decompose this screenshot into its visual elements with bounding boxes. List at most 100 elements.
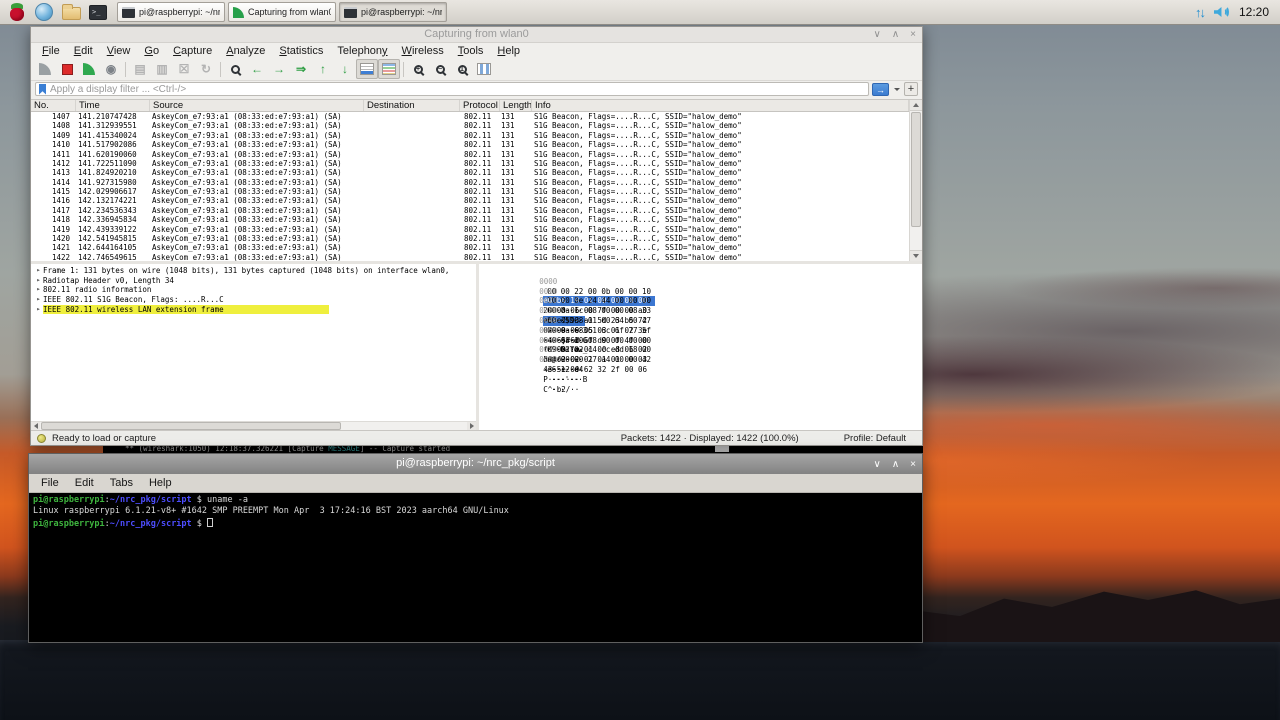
packet-row[interactable]: 1412 141.722511090 AskeyCom_e7:93:a1 (08… xyxy=(31,159,909,168)
details-horizontal-scrollbar[interactable] xyxy=(31,421,476,430)
profile-selector[interactable]: Profile: Default xyxy=(844,433,906,444)
go-back-icon[interactable]: ← xyxy=(246,59,268,79)
packet-row[interactable]: 1407 141.210747428 AskeyCom_e7:93:a1 (08… xyxy=(31,112,909,121)
volume-icon[interactable] xyxy=(1214,6,1229,18)
scroll-left-button[interactable] xyxy=(31,422,40,430)
packet-row[interactable]: 1422 142.746549615 AskeyCom_e7:93:a1 (08… xyxy=(31,253,909,261)
packet-row[interactable]: 1421 142.644164105 AskeyCom_e7:93:a1 (08… xyxy=(31,243,909,252)
close-button[interactable]: × xyxy=(910,459,916,470)
menu-item[interactable]: File xyxy=(33,477,67,489)
reload-icon[interactable]: ↻ xyxy=(195,59,217,79)
packet-row[interactable]: 1417 142.234536343 AskeyCom_e7:93:a1 (08… xyxy=(31,206,909,215)
file-manager-button[interactable] xyxy=(59,1,83,23)
packet-row[interactable]: 1416 142.132174221 AskeyCom_e7:93:a1 (08… xyxy=(31,196,909,205)
menu-item[interactable]: Tools xyxy=(451,45,491,57)
start-capture-icon[interactable] xyxy=(34,59,56,79)
menu-item[interactable]: Statistics xyxy=(272,45,330,57)
expand-arrow-icon[interactable]: ▸ xyxy=(34,285,43,295)
go-forward-icon[interactable]: → xyxy=(268,59,290,79)
packet-row[interactable]: 1415 142.029906617 AskeyCom_e7:93:a1 (08… xyxy=(31,187,909,196)
zoom-in-icon[interactable]: + xyxy=(407,59,429,79)
maximize-button[interactable]: ∧ xyxy=(892,29,899,40)
scrollbar-thumb[interactable] xyxy=(911,112,921,227)
capture-options-icon[interactable]: ◉ xyxy=(100,59,122,79)
menu-item[interactable]: Go xyxy=(137,45,166,57)
auto-scroll-icon[interactable] xyxy=(356,59,378,79)
filter-dropdown-button[interactable] xyxy=(892,83,901,96)
terminal-output[interactable]: pi@raspberrypi:~/nrc_pkg/script $ uname … xyxy=(29,493,922,642)
packet-row[interactable]: 1414 141.927315980 AskeyCom_e7:93:a1 (08… xyxy=(31,178,909,187)
maximize-button[interactable]: ∧ xyxy=(892,459,899,470)
column-header-no[interactable]: No. xyxy=(31,100,76,111)
column-header-protocol[interactable]: Protocol xyxy=(460,100,500,111)
find-packet-icon[interactable] xyxy=(224,59,246,79)
packet-row[interactable]: 1413 141.824920210 AskeyCom_e7:93:a1 (08… xyxy=(31,168,909,177)
packet-row[interactable]: 1418 142.336945834 AskeyCom_e7:93:a1 (08… xyxy=(31,215,909,224)
display-filter-field[interactable] xyxy=(35,82,869,96)
zoom-out-icon[interactable]: − xyxy=(429,59,451,79)
packet-row[interactable]: 1409 141.415340024 AskeyCom_e7:93:a1 (08… xyxy=(31,131,909,140)
terminal-launcher-button[interactable]: >_ xyxy=(86,1,110,23)
colorize-icon[interactable] xyxy=(378,59,400,79)
detail-row[interactable]: ▸ 802.11 radio information xyxy=(34,285,476,295)
menu-item[interactable]: Wireless xyxy=(395,45,451,57)
filter-bookmark-icon[interactable] xyxy=(39,84,46,95)
packet-row[interactable]: 1411 141.620190060 AskeyCom_e7:93:a1 (08… xyxy=(31,150,909,159)
taskbar-window-button[interactable]: pi@raspberrypi: ~/nr... xyxy=(339,2,447,22)
menu-item[interactable]: Edit xyxy=(67,477,102,489)
minimize-button[interactable]: ∨ xyxy=(874,459,881,470)
go-first-icon[interactable]: ↑ xyxy=(312,59,334,79)
zoom-100-icon[interactable]: 1 xyxy=(451,59,473,79)
column-header-time[interactable]: Time xyxy=(76,100,150,111)
taskbar-window-button[interactable]: Capturing from wlan0 xyxy=(228,2,336,22)
detail-row[interactable]: ▸ Radiotap Header v0, Length 34 xyxy=(34,276,476,286)
close-button[interactable]: × xyxy=(910,29,916,40)
packet-row[interactable]: 1420 142.541945815 AskeyCom_e7:93:a1 (08… xyxy=(31,234,909,243)
menu-item[interactable]: Help xyxy=(141,477,180,489)
detail-row[interactable]: ▸ IEEE 802.11 S1G Beacon, Flags: ....R..… xyxy=(34,295,476,305)
detail-row[interactable]: ▸ Frame 1: 131 bytes on wire (1048 bits)… xyxy=(34,266,476,276)
go-last-icon[interactable]: ↓ xyxy=(334,59,356,79)
stop-capture-icon[interactable] xyxy=(56,59,78,79)
packet-row[interactable]: 1410 141.517902086 AskeyCom_e7:93:a1 (08… xyxy=(31,140,909,149)
column-header-length[interactable]: Length xyxy=(500,100,532,111)
scroll-right-button[interactable] xyxy=(467,422,476,430)
restart-capture-icon[interactable] xyxy=(78,59,100,79)
hex-row[interactable]: 0000 00 00 22 00 0b 00 00 10 e0 b6 19 01… xyxy=(485,267,922,277)
scrollbar-thumb[interactable] xyxy=(41,422,341,430)
menu-item[interactable]: View xyxy=(100,45,138,57)
menu-item[interactable]: Capture xyxy=(166,45,219,57)
expand-arrow-icon[interactable]: ▸ xyxy=(34,266,43,276)
add-filter-button[interactable]: + xyxy=(904,82,918,96)
expert-info-icon[interactable] xyxy=(37,434,46,443)
network-traffic-icon[interactable]: ↑↓ xyxy=(1195,5,1204,20)
menu-item[interactable]: Analyze xyxy=(219,45,272,57)
menu-item[interactable]: Tabs xyxy=(102,477,141,489)
expand-arrow-icon[interactable]: ▸ xyxy=(34,276,43,286)
apply-filter-button[interactable]: → xyxy=(872,83,889,96)
minimize-button[interactable]: ∨ xyxy=(874,29,881,40)
packet-list-scrollbar[interactable] xyxy=(909,100,922,261)
scroll-down-button[interactable] xyxy=(910,250,922,261)
menu-item[interactable]: Help xyxy=(490,45,527,57)
taskbar-window-button[interactable]: pi@raspberrypi: ~/nr... xyxy=(117,2,225,22)
column-header-info[interactable]: Info xyxy=(532,100,909,111)
column-header-source[interactable]: Source xyxy=(150,100,364,111)
terminal-titlebar[interactable]: pi@raspberrypi: ~/nrc_pkg/script ∨ ∧ × xyxy=(29,454,922,474)
wireshark-titlebar[interactable]: Capturing from wlan0 ∨ ∧ × xyxy=(31,27,922,43)
packet-row[interactable]: 1419 142.439339122 AskeyCom_e7:93:a1 (08… xyxy=(31,225,909,234)
taskbar-clock[interactable]: 12:20 xyxy=(1239,5,1269,19)
packet-row[interactable]: 1408 141.312939551 AskeyCom_e7:93:a1 (08… xyxy=(31,121,909,130)
detail-row[interactable]: ▸ IEEE 802.11 wireless LAN extension fra… xyxy=(34,305,476,315)
web-browser-button[interactable] xyxy=(32,1,56,23)
save-capture-icon[interactable]: ▥ xyxy=(151,59,173,79)
expand-arrow-icon[interactable]: ▸ xyxy=(34,295,43,305)
expand-arrow-icon[interactable]: ▸ xyxy=(34,305,43,315)
raspberry-menu-button[interactable] xyxy=(5,1,29,23)
resize-columns-icon[interactable] xyxy=(473,59,495,79)
open-capture-icon[interactable]: ▤ xyxy=(129,59,151,79)
column-header-destination[interactable]: Destination xyxy=(364,100,460,111)
display-filter-input[interactable] xyxy=(50,84,865,95)
menu-item[interactable]: Telephony xyxy=(330,45,394,57)
go-to-packet-icon[interactable]: ⇒ xyxy=(290,59,312,79)
